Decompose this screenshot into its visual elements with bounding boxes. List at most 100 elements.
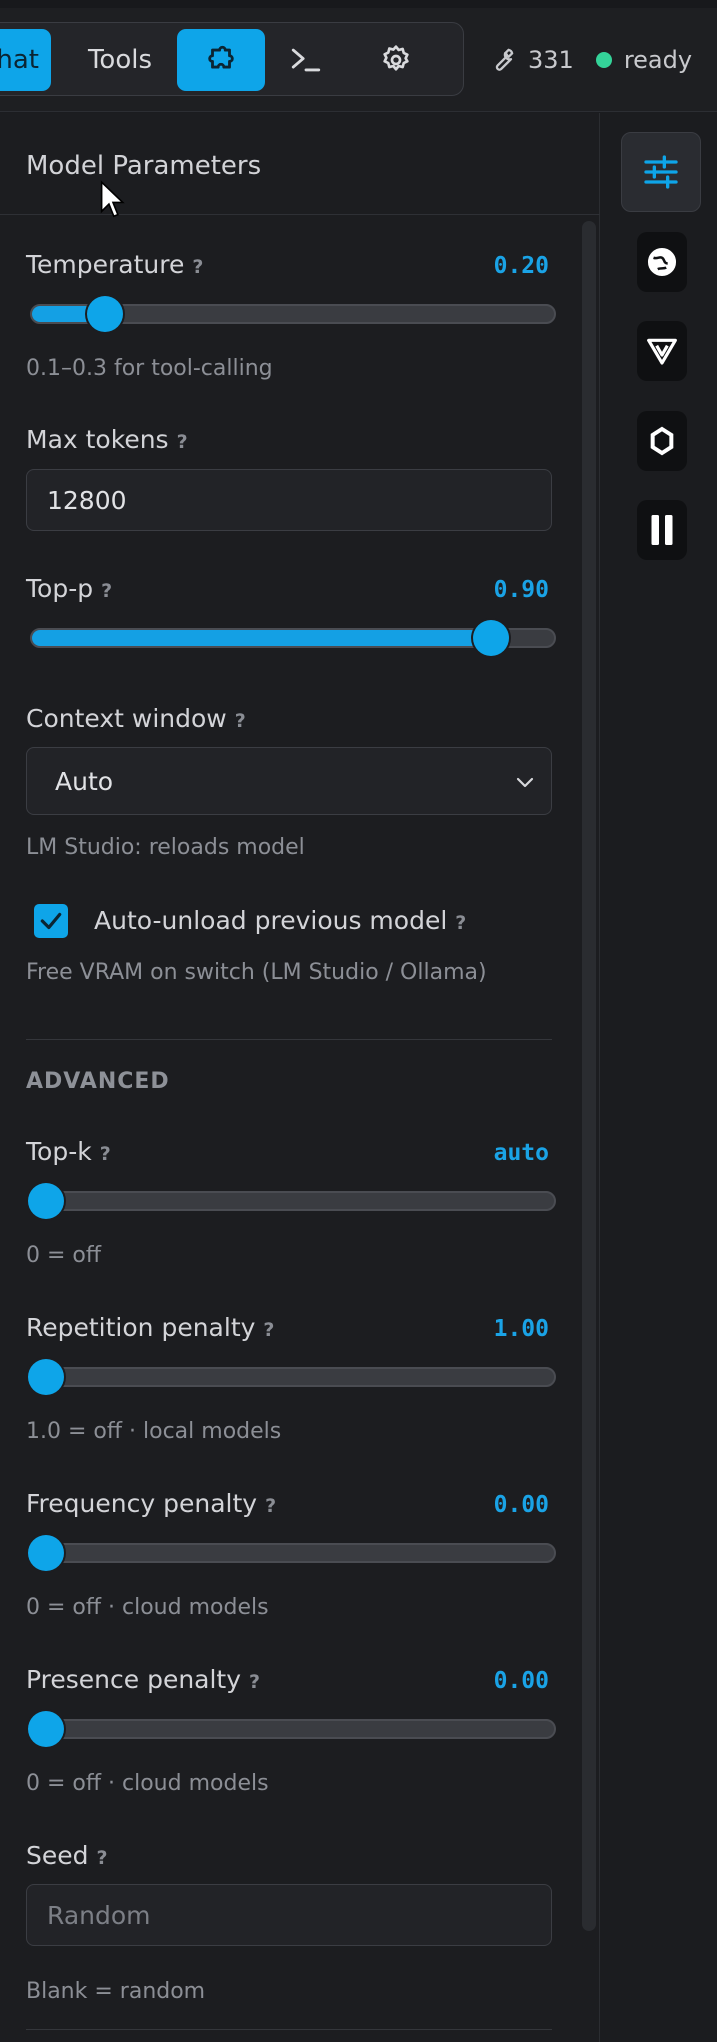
bottom-divider xyxy=(26,2029,552,2030)
repetition-penalty-label: Repetition penalty? xyxy=(26,1313,274,1342)
top-k-value: auto xyxy=(493,1140,549,1166)
puzzle-icon xyxy=(208,45,234,69)
rail-button-v[interactable] xyxy=(637,321,687,381)
auto-unload-help-icon[interactable]: ? xyxy=(455,912,466,934)
tab-tools[interactable]: Tools xyxy=(65,29,175,91)
tab-settings[interactable] xyxy=(351,29,441,91)
temperature-label-text: Temperature xyxy=(26,250,185,279)
tab-chat[interactable]: hat xyxy=(0,29,51,91)
frequency-penalty-hint: 0 = off · cloud models xyxy=(26,1595,269,1620)
auto-unload-checkbox[interactable] xyxy=(34,904,68,938)
auto-unload-label-text: Auto-unload previous model xyxy=(94,906,448,935)
max-tokens-input[interactable]: 12800 xyxy=(26,469,552,531)
max-tokens-label-text: Max tokens xyxy=(26,425,169,454)
tool-count: 331 xyxy=(528,46,574,74)
temperature-value: 0.20 xyxy=(493,253,549,279)
top-k-hint: 0 = off xyxy=(26,1243,102,1268)
globe-icon xyxy=(647,247,677,277)
repetition-penalty-hint: 1.0 = off · local models xyxy=(26,1419,282,1444)
sliders-icon xyxy=(644,155,678,189)
tab-tools-label: Tools xyxy=(87,45,153,75)
presence-penalty-slider-thumb[interactable] xyxy=(28,1711,64,1747)
frequency-penalty-slider-thumb[interactable] xyxy=(28,1535,64,1571)
pause-icon xyxy=(651,515,673,545)
top-p-value: 0.90 xyxy=(493,577,549,603)
context-window-selected: Auto xyxy=(55,766,114,796)
status-text: ready xyxy=(623,46,693,74)
panel-scrollbar[interactable] xyxy=(582,221,596,1931)
presence-penalty-label: Presence penalty? xyxy=(26,1665,260,1694)
top-p-slider-thumb[interactable] xyxy=(472,620,509,656)
mouse-cursor-icon xyxy=(100,180,125,218)
temperature-slider[interactable] xyxy=(30,296,556,332)
presence-penalty-value: 0.00 xyxy=(493,1668,549,1694)
wrench-icon xyxy=(495,48,514,71)
tool-stats: 331 ready xyxy=(488,30,692,90)
top-bar: hat Tools 331 ready xyxy=(0,0,717,112)
gear-icon xyxy=(383,45,409,71)
panel-header: Model Parameters xyxy=(0,113,600,215)
top-k-help-icon[interactable]: ? xyxy=(100,1143,111,1165)
temperature-label: Temperature? xyxy=(26,250,203,279)
top-p-help-icon[interactable]: ? xyxy=(101,580,112,602)
seed-help-icon[interactable]: ? xyxy=(97,1847,108,1869)
window-strip xyxy=(0,0,717,8)
chevron-down-icon xyxy=(516,777,534,788)
terminal-icon xyxy=(291,48,321,72)
repetition-penalty-help-icon[interactable]: ? xyxy=(263,1319,274,1341)
top-k-label: Top-k? xyxy=(26,1137,111,1166)
status-dot xyxy=(595,52,612,68)
temperature-hint: 0.1–0.3 for tool-calling xyxy=(26,356,273,381)
top-p-slider[interactable] xyxy=(30,620,556,656)
frequency-penalty-label: Frequency penalty? xyxy=(26,1489,276,1518)
seed-label: Seed? xyxy=(26,1841,108,1870)
top-p-slider-fill xyxy=(32,630,491,646)
advanced-heading: ADVANCED xyxy=(26,1069,170,1094)
frequency-penalty-slider[interactable] xyxy=(28,1535,556,1571)
tab-plugins[interactable] xyxy=(177,29,265,91)
circle-ring-icon xyxy=(650,426,674,456)
rail-button-parameters[interactable] xyxy=(621,132,701,212)
rail-button-pause[interactable] xyxy=(637,500,687,560)
panel-title: Model Parameters xyxy=(26,151,262,181)
presence-penalty-hint: 0 = off · cloud models xyxy=(26,1771,269,1796)
context-window-label: Context window? xyxy=(26,704,246,733)
max-tokens-label: Max tokens? xyxy=(26,425,188,454)
top-k-label-text: Top-k xyxy=(26,1137,92,1166)
section-divider xyxy=(26,1039,552,1040)
repetition-penalty-label-text: Repetition penalty xyxy=(26,1313,256,1342)
seed-label-text: Seed xyxy=(26,1841,89,1870)
frequency-penalty-label-text: Frequency penalty xyxy=(26,1489,258,1518)
seed-input[interactable]: Random xyxy=(26,1884,552,1946)
top-k-slider[interactable] xyxy=(28,1183,556,1219)
seed-hint: Blank = random xyxy=(26,1979,206,2004)
model-parameters-panel: Model Parameters Temperature? 0.20 0.1–0… xyxy=(0,113,600,2042)
presence-penalty-slider[interactable] xyxy=(28,1711,556,1747)
top-p-label: Top-p? xyxy=(26,574,112,603)
rail-button-globe[interactable] xyxy=(637,232,687,292)
checkmark-icon xyxy=(40,912,62,930)
main-tab-group: hat Tools xyxy=(0,22,464,96)
tab-chat-label: hat xyxy=(0,45,39,75)
frequency-penalty-value: 0.00 xyxy=(493,1492,549,1518)
temperature-help-icon[interactable]: ? xyxy=(192,256,203,278)
context-window-select[interactable]: Auto xyxy=(26,747,552,815)
top-p-label-text: Top-p xyxy=(26,574,94,603)
auto-unload-label[interactable]: Auto-unload previous model? xyxy=(94,906,466,935)
repetition-penalty-slider-thumb[interactable] xyxy=(28,1359,64,1395)
tab-terminal[interactable] xyxy=(271,29,341,91)
rail-button-ring[interactable] xyxy=(637,411,687,471)
context-window-help-icon[interactable]: ? xyxy=(235,710,246,732)
temperature-slider-thumb[interactable] xyxy=(87,296,124,332)
max-tokens-help-icon[interactable]: ? xyxy=(177,431,188,453)
context-window-label-text: Context window xyxy=(26,704,227,733)
top-k-slider-thumb[interactable] xyxy=(28,1183,64,1219)
presence-penalty-label-text: Presence penalty xyxy=(26,1665,242,1694)
frequency-penalty-help-icon[interactable]: ? xyxy=(265,1495,276,1517)
presence-penalty-help-icon[interactable]: ? xyxy=(249,1671,260,1693)
right-rail xyxy=(601,113,717,2042)
repetition-penalty-slider[interactable] xyxy=(28,1359,556,1395)
context-window-hint: LM Studio: reloads model xyxy=(26,835,305,860)
repetition-penalty-value: 1.00 xyxy=(493,1316,549,1342)
v-logo-icon xyxy=(647,338,677,365)
